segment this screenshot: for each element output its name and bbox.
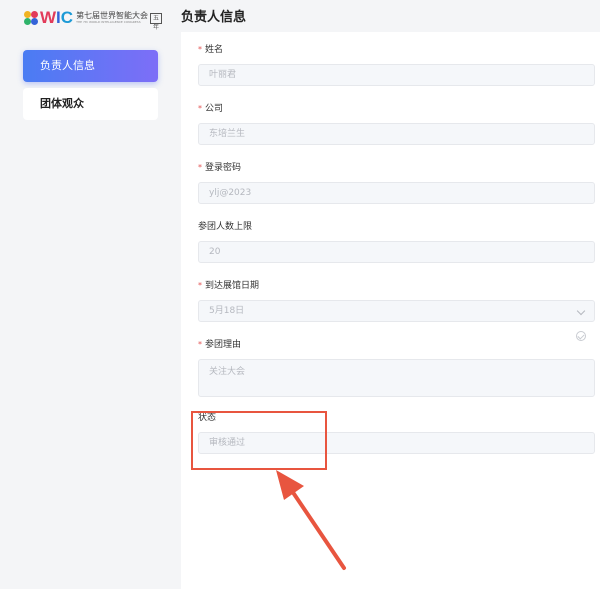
arrow-shaft (288, 486, 346, 570)
arrow-head (276, 470, 304, 500)
annotation-arrow (276, 470, 346, 570)
